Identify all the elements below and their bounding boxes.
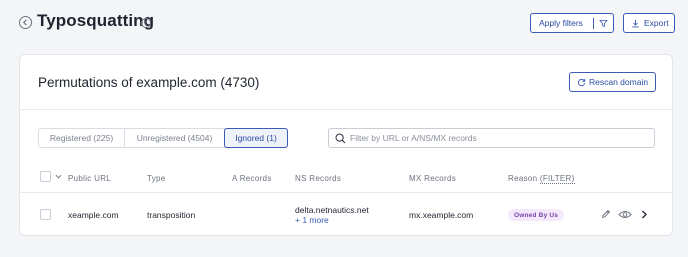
export-label: Export [644, 18, 669, 28]
tab-ignored[interactable]: Ignored (1) [224, 128, 288, 148]
select-all-checkbox[interactable] [40, 171, 51, 182]
chevron-down-icon[interactable] [55, 173, 62, 180]
chevron-right-icon[interactable] [640, 210, 648, 219]
column-header-a-records[interactable]: A Records [232, 174, 272, 183]
export-button[interactable]: Export [623, 13, 675, 33]
back-icon[interactable] [19, 16, 32, 29]
eye-icon[interactable] [618, 210, 632, 219]
reason-label: Reason [508, 174, 538, 183]
card-title: Permutations of example.com (4730) [38, 75, 260, 90]
search-icon [335, 133, 346, 144]
column-header-public-url[interactable]: Public URL [68, 174, 111, 183]
cell-public-url: xeample.com [68, 210, 119, 220]
cell-mx-records: mx.xeample.com [409, 210, 474, 220]
row-checkbox[interactable] [40, 209, 51, 220]
divider [20, 109, 672, 110]
refresh-icon [577, 78, 586, 87]
status-tabs: Registered (225) Unregistered (4504) Ign… [38, 128, 288, 148]
tab-registered[interactable]: Registered (225) [39, 129, 125, 147]
download-icon [632, 19, 639, 28]
permutations-card: Permutations of example.com (4730) Resca… [19, 54, 673, 236]
column-header-type[interactable]: Type [147, 174, 166, 183]
search-input[interactable] [350, 131, 650, 145]
page-title: Typosquatting [37, 11, 155, 30]
column-header-reason[interactable]: Reason (FILTER) [508, 174, 575, 184]
row-divider [20, 192, 672, 193]
pencil-icon[interactable] [601, 209, 611, 219]
apply-filters-label: Apply filters [539, 18, 583, 28]
rescan-label: Rescan domain [589, 77, 649, 87]
column-header-ns-records[interactable]: NS Records [295, 174, 341, 183]
reason-filter-link[interactable]: (FILTER) [539, 174, 575, 184]
column-header-mx-records[interactable]: MX Records [409, 174, 456, 183]
ns-more-link[interactable]: + 1 more [295, 215, 329, 225]
reason-badge: Owned By Us [508, 209, 565, 221]
info-icon[interactable]: i [141, 18, 151, 28]
tab-unregistered[interactable]: Unregistered (4504) [125, 129, 225, 147]
cell-ns-records: delta.netnautics.net [295, 205, 369, 215]
rescan-domain-button[interactable]: Rescan domain [569, 72, 656, 92]
page-header: Typosquatting i Apply filters Export [0, 0, 688, 48]
filter-icon [599, 19, 608, 28]
button-separator [593, 18, 594, 29]
search-box [328, 128, 655, 148]
apply-filters-button[interactable]: Apply filters [530, 13, 614, 33]
cell-type: transposition [147, 210, 196, 220]
